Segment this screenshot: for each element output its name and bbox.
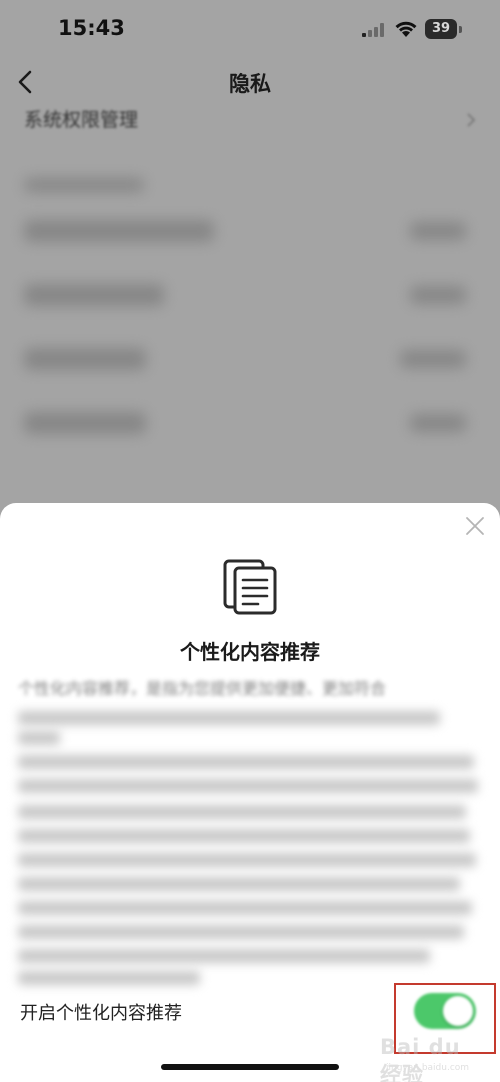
battery-level: 39 [425,19,457,39]
blurred-list-value [410,286,466,304]
wifi-icon [395,21,417,37]
blurred-description-line [18,901,472,915]
background-settings-list: 系统权限管理 [0,98,500,518]
battery-tip [459,26,462,33]
document-icon [223,559,277,615]
signal-icon [362,23,384,37]
list-item-system-permissions[interactable]: 系统权限管理 [24,102,476,138]
watermark: Bai du 经验 jingyan.baidu.com [380,1029,488,1082]
home-indicator[interactable] [161,1064,339,1070]
blurred-list-item [24,348,146,370]
blurred-description-line [18,755,474,769]
blurred-description-line [18,949,430,963]
blurred-description-line [18,829,470,843]
blurred-description-line [18,925,464,939]
blurred-list-value [410,222,466,240]
blurred-description-line [18,731,60,745]
close-icon[interactable] [464,515,486,537]
blurred-list-item [24,284,164,306]
status-time: 15:43 [58,16,125,40]
blurred-list-value [410,414,466,432]
blurred-list-item [24,412,146,434]
blurred-description-line [18,971,200,985]
blurred-description-line [18,805,466,819]
status-bar: 15:43 39 [0,0,500,60]
personalized-recommendation-sheet: 个性化内容推荐 个性化内容推荐，是指为您提供更加便捷、更加符合 开启个性化内容推… [0,503,500,1082]
description-first-line: 个性化内容推荐，是指为您提供更加便捷、更加符合 [18,679,387,698]
blurred-list-value [400,350,466,368]
blurred-list-item [24,220,214,242]
blurred-description-line [18,711,440,725]
toggle-label: 开启个性化内容推荐 [20,1003,182,1024]
blurred-description-line [18,779,478,793]
watermark-text: Bai du 经验 [380,1035,461,1082]
watermark-subtext: jingyan.baidu.com [386,1063,470,1073]
blurred-description-line [18,877,460,891]
battery-icon: 39 [425,19,463,39]
list-item-label: 系统权限管理 [24,109,139,131]
chevron-right-icon [467,113,476,127]
blurred-section-header [24,178,144,192]
page-title: 隐私 [229,72,271,96]
screen: 15:43 39 隐私 系统权限管理 个性化内容推荐 个性化内容推荐，是指为您提… [0,0,500,1082]
sheet-title: 个性化内容推荐 [180,640,320,664]
blurred-description-line [18,853,476,867]
